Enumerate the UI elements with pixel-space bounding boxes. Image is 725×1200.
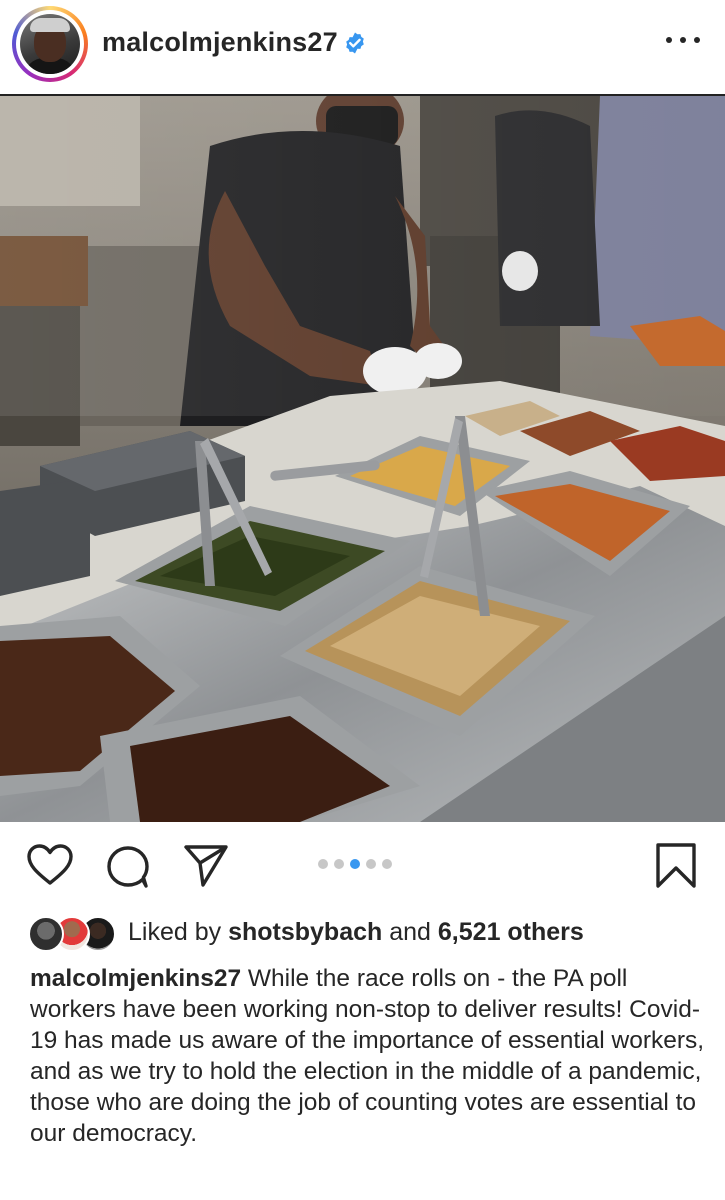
caption-text: While the race rolls on - the PA poll wo… xyxy=(30,965,705,1147)
carousel-indicator xyxy=(318,859,392,869)
carousel-dot xyxy=(382,859,392,869)
carousel-dot xyxy=(318,859,328,869)
food-counter-image xyxy=(0,96,725,822)
more-options-icon[interactable] xyxy=(666,28,700,52)
liker-avatars[interactable] xyxy=(28,913,118,952)
carousel-dot xyxy=(366,859,376,869)
likes-row: Liked by shotsbybach and 6,521 others xyxy=(28,912,718,952)
likes-connector: and xyxy=(389,918,431,946)
comment-icon[interactable] xyxy=(104,843,152,891)
likes-count[interactable]: 6,521 others xyxy=(438,918,584,946)
post-username[interactable]: malcolmjenkins27 xyxy=(102,27,338,58)
carousel-dot xyxy=(350,859,360,869)
verified-badge-icon xyxy=(346,32,364,54)
carousel-dot xyxy=(334,859,344,869)
post-photo[interactable] xyxy=(0,94,725,822)
profile-avatar[interactable] xyxy=(12,6,88,82)
caption-username[interactable]: malcolmjenkins27 xyxy=(30,965,241,992)
likes-prefix: Liked by xyxy=(128,918,222,946)
liked-by-username[interactable]: shotsbybach xyxy=(228,918,382,946)
heart-icon[interactable] xyxy=(26,843,74,887)
bookmark-icon[interactable] xyxy=(655,842,697,890)
post-header: malcolmjenkins27 xyxy=(0,0,725,94)
post-caption: malcolmjenkins27 While the race rolls on… xyxy=(30,963,710,1149)
liker-avatar xyxy=(28,916,64,952)
paper-plane-icon[interactable] xyxy=(183,843,229,887)
avatar-image xyxy=(20,14,80,74)
likes-text: Liked by shotsbybach and 6,521 others xyxy=(128,918,584,947)
